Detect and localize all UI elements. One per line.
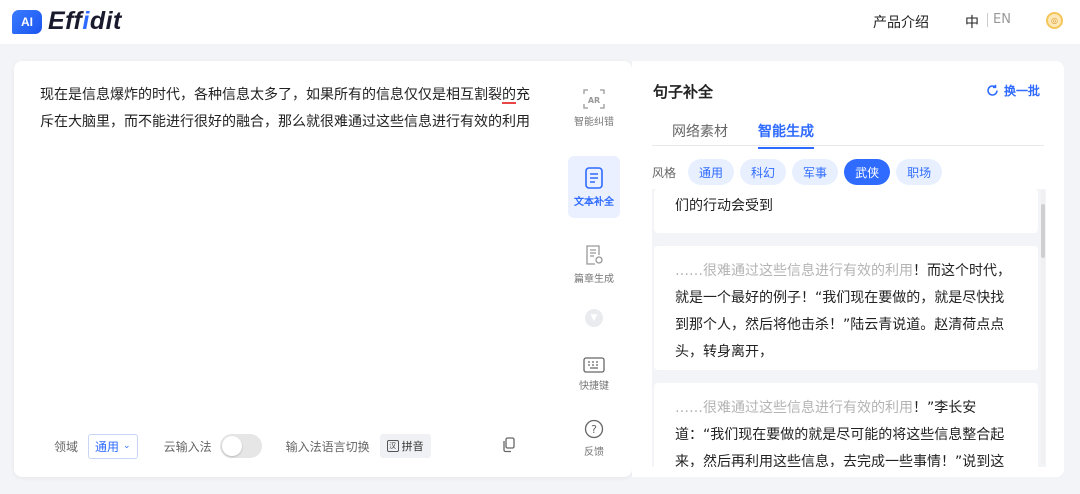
article-generate-icon [586, 244, 603, 265]
tool-feedback[interactable]: ? 反馈 [568, 407, 620, 469]
lang-divider [987, 13, 988, 27]
chevron-down-icon: ⌄ [123, 441, 131, 451]
effidit-logo[interactable]: AI Effidit [12, 7, 122, 36]
copy-icon[interactable] [502, 437, 516, 453]
style-label: 风格 [652, 165, 677, 180]
refresh-label: 换一批 [1004, 84, 1041, 98]
lang-zh-button[interactable]: 中 [965, 12, 979, 32]
error-underlined-char[interactable]: 的 [502, 87, 516, 103]
tool-label: 文本补全 [574, 196, 614, 208]
sentence-complete-panel: 句子补全 换一批 网络素材 智能生成 风格 通用 科幻 军事 武侠 职场 们的行… [632, 61, 1064, 477]
chevron-down-icon[interactable]: ▼ [585, 309, 603, 327]
text-complete-icon [585, 166, 603, 189]
ime-button-label: 拼音 [401, 440, 424, 453]
result-card[interactable]: 们的行动会受到 [654, 189, 1038, 233]
result-card[interactable]: ……很难通过这些信息进行有效的利用！而这个时代，就是一个最好的例子！“我们现在要… [654, 246, 1038, 370]
tool-label: 快捷键 [579, 380, 609, 392]
style-chip-military[interactable]: 军事 [792, 159, 839, 185]
cloud-ime-label: 云输入法 [163, 439, 212, 454]
style-chip-workplace[interactable]: 职场 [896, 159, 943, 185]
svg-text:AR: AR [588, 96, 600, 105]
style-filter-row: 风格 通用 科幻 军事 武侠 职场 [652, 159, 948, 185]
editor-text-area[interactable]: 现在是信息爆炸的时代，各种信息太多了，如果所有的信息仅仅是相互割裂的充斥在大脑里… [40, 82, 534, 136]
ime-switch-label: 输入法语言切换 [285, 439, 370, 454]
result-context: ……很难通过这些信息进行有效的利用 [675, 400, 913, 416]
tool-label: 篇章生成 [574, 273, 614, 285]
tool-article-generate[interactable]: 篇章生成 [568, 233, 620, 295]
svg-text:?: ? [591, 423, 597, 436]
style-chip-wuxia[interactable]: 武侠 [844, 159, 891, 185]
results-scroll-thumb[interactable] [1041, 204, 1045, 258]
editor-footer: 领域 通用 ⌄ 云输入法 输入法语言切换 汉 拼音 [54, 433, 431, 459]
toggle-knob [221, 436, 242, 456]
result-card[interactable]: ……很难通过这些信息进行有效的利用！”李长安道：“我们现在要做的就是尽可能的将这… [654, 383, 1038, 467]
top-header: AI Effidit 产品介绍 中 EN ◎ [0, 0, 1080, 44]
keyboard-icon [583, 356, 605, 373]
refresh-button[interactable]: 换一批 [986, 82, 1040, 99]
tabs-divider [652, 145, 1044, 146]
ime-icon: 汉 [386, 440, 399, 452]
result-text: 们的行动会受到 [675, 198, 773, 214]
ime-pinyin-button[interactable]: 汉 拼音 [379, 434, 431, 458]
tool-label: 智能纠错 [574, 116, 614, 128]
editor-text-segment: 现在是信息爆炸的时代，各种信息太多了，如果所有的信息仅仅是相互割裂 [40, 87, 502, 103]
panel-title: 句子补全 [653, 83, 714, 101]
lang-en-button[interactable]: EN [993, 12, 1011, 27]
logo-text: Effidit [48, 7, 122, 35]
domain-select[interactable]: 通用 ⌄ [88, 433, 138, 459]
domain-select-value: 通用 [95, 439, 120, 454]
help-icon: ? [584, 419, 604, 438]
coin-icon[interactable]: ◎ [1046, 12, 1063, 29]
results-list: 们的行动会受到 ……很难通过这些信息进行有效的利用！而这个时代，就是一个最好的例… [652, 189, 1046, 467]
product-intro-link[interactable]: 产品介绍 [873, 12, 929, 32]
tool-sidebar: AR 智能纠错 文本补全 篇章生成 ▼ 快捷键 ? 反馈 [556, 61, 632, 477]
style-chip-general[interactable]: 通用 [688, 159, 735, 185]
cloud-ime-toggle[interactable] [219, 434, 262, 458]
result-context: ……很难通过这些信息进行有效的利用 [675, 263, 913, 279]
tool-shortcuts[interactable]: 快捷键 [568, 343, 620, 405]
style-chip-scifi[interactable]: 科幻 [740, 159, 787, 185]
logo-badge: AI [12, 9, 42, 34]
text-editor-card: 现在是信息爆炸的时代，各种信息太多了，如果所有的信息仅仅是相互割裂的充斥在大脑里… [14, 61, 632, 477]
refresh-icon [987, 84, 998, 96]
smart-correct-icon: AR [583, 88, 605, 109]
tool-label: 反馈 [584, 446, 604, 458]
tool-text-complete[interactable]: 文本补全 [568, 156, 620, 218]
domain-label: 领域 [54, 439, 79, 454]
tool-smart-correct[interactable]: AR 智能纠错 [568, 77, 620, 139]
